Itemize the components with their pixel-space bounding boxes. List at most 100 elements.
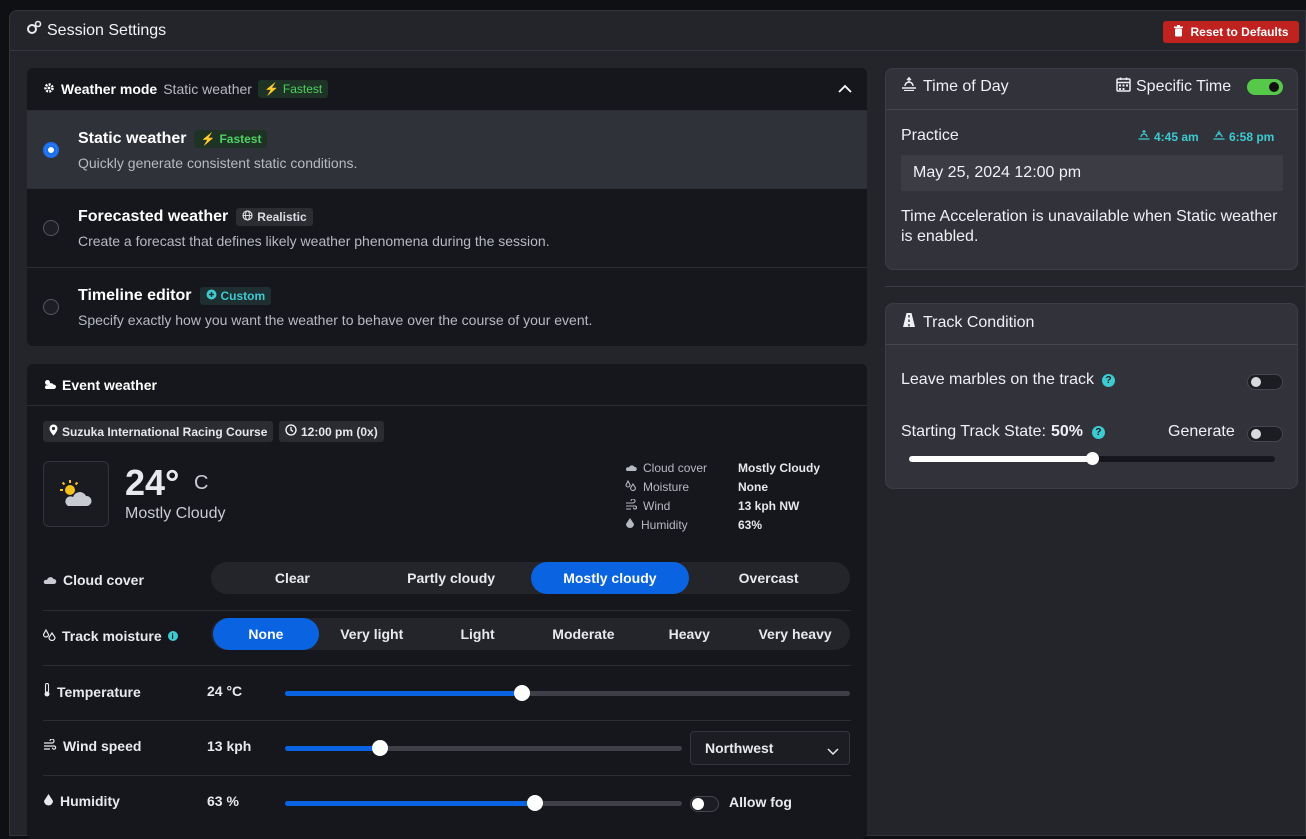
globe-icon — [242, 210, 253, 224]
stat-wind-key: Wind — [625, 497, 738, 513]
temperature-slider[interactable] — [285, 685, 850, 701]
calendar-icon — [1116, 77, 1131, 97]
event-weather-panel: Event weather Suzuka International Racin… — [27, 364, 867, 839]
info-icon[interactable]: i — [167, 631, 178, 641]
fastest-badge: ⚡ Fastest — [257, 80, 329, 98]
moisture-option-light[interactable]: Light — [425, 618, 531, 650]
moisture-option-none[interactable]: None — [213, 618, 319, 650]
specific-time-toggle-knob — [1269, 82, 1279, 92]
moisture-option-moderate[interactable]: Moderate — [530, 618, 636, 650]
time-of-day-header: Time of Day — [901, 77, 1009, 96]
cloud-option-clear[interactable]: Clear — [213, 562, 372, 594]
wind-speed-label: Wind speed — [63, 738, 142, 754]
cloud-option-partly-cloudy[interactable]: Partly cloudy — [372, 562, 531, 594]
wind-speed-slider-handle[interactable] — [372, 740, 389, 756]
humidity-label: Humidity — [60, 793, 120, 809]
stat-cloud-cover: Cloud cover Mostly Cloudy — [625, 458, 820, 477]
marbles-label-group: Leave marbles on the track ? — [901, 371, 1115, 389]
humidity-slider-handle[interactable] — [527, 795, 544, 811]
forecasted-weather-title-row: Forecasted weather Realistic — [78, 208, 313, 226]
stat-humidity-key: Humidity — [625, 517, 738, 532]
track-state-value: 50% — [1050, 423, 1083, 440]
track-moisture-label: Track moisture — [62, 628, 162, 644]
time-chip: 12:00 pm (0x) — [279, 421, 384, 442]
stat-humidity-label: Humidity — [641, 517, 688, 532]
cloud-cover-row: Cloud cover Clear Partly cloudy Mostly c… — [43, 555, 851, 610]
cloud-icon — [625, 461, 637, 475]
generate-toggle[interactable] — [1247, 426, 1283, 442]
humidity-value: 63 % — [207, 793, 239, 809]
clock-icon — [285, 424, 297, 439]
stat-cloud-cover-label: Cloud cover — [643, 460, 708, 475]
forecasted-weather-radio[interactable] — [43, 220, 59, 236]
static-weather-desc: Quickly generate consistent static condi… — [78, 155, 358, 171]
weather-mode-panel: Weather mode Static weather ⚡ Fastest St… — [27, 68, 867, 346]
stat-moisture-key: Moisture — [625, 479, 738, 494]
stat-wind-label: Wind — [643, 498, 671, 513]
sunrise-time-group: 4:45 am — [1138, 129, 1199, 144]
wind-speed-slider[interactable] — [285, 740, 682, 756]
allow-fog-label: Allow fog — [729, 794, 792, 810]
track-chip: Suzuka International Racing Course — [43, 421, 274, 442]
time-acceleration-note: Time Acceleration is unavailable when St… — [901, 208, 1278, 245]
temperature-row: Temperature 24 °C — [43, 665, 851, 720]
droplets-icon — [42, 628, 56, 644]
reset-defaults-button[interactable]: Reset to Defaults — [1163, 21, 1299, 43]
cloud-option-mostly-cloudy[interactable]: Mostly cloudy — [530, 562, 690, 594]
allow-fog-toggle-knob — [692, 798, 704, 810]
track-name: Suzuka International Racing Course — [62, 424, 268, 439]
wind-direction-select[interactable]: Northwest — [690, 731, 850, 765]
timeline-editor-radio[interactable] — [43, 299, 59, 315]
moisture-option-very-light[interactable]: Very light — [319, 618, 425, 650]
droplets-icon — [625, 479, 637, 494]
wind-speed-slider-fill — [285, 746, 381, 751]
gears-icon — [26, 20, 42, 41]
track-state-slider[interactable] — [909, 452, 1275, 465]
option-timeline-editor[interactable]: Timeline editor Custom Specify exactly h… — [27, 267, 867, 346]
marbles-toggle[interactable] — [1247, 374, 1283, 390]
track-state-label: Starting Track State: — [901, 423, 1046, 440]
static-weather-radio[interactable] — [43, 142, 59, 158]
humidity-row: Humidity 63 % Allow fog — [43, 775, 851, 830]
sunrise-time: 4:45 am — [1154, 130, 1199, 144]
moisture-option-very-heavy[interactable]: Very heavy — [742, 618, 848, 650]
time-of-day-panel: Time of Day Specific Time Practice 4:45 … — [885, 68, 1298, 270]
specific-time-toggle[interactable] — [1247, 79, 1283, 95]
allow-fog-toggle[interactable] — [690, 796, 719, 812]
help-icon[interactable]: ? — [1091, 425, 1105, 439]
track-moisture-label-group: Track moisture i — [42, 628, 178, 644]
moisture-option-heavy[interactable]: Heavy — [636, 618, 742, 650]
weather-stats: Cloud cover Mostly Cloudy Moisture None … — [625, 458, 820, 534]
help-icon[interactable]: ? — [1102, 373, 1115, 387]
sun-cloud-icon — [43, 377, 56, 393]
temperature-label-group: Temperature — [43, 682, 141, 700]
option-forecasted-weather[interactable]: Forecasted weather Realistic Create a fo… — [27, 188, 867, 266]
chevron-down-icon — [827, 743, 839, 759]
option-static-weather[interactable]: Static weather ⚡ Fastest Quickly generate… — [27, 110, 867, 188]
track-state-slider-handle[interactable] — [1086, 452, 1099, 465]
track-condition-label: Track Condition — [923, 313, 1035, 331]
divider — [886, 109, 1297, 110]
thermometer-icon — [43, 682, 51, 700]
partly-cloudy-icon — [43, 461, 109, 527]
forecasted-weather-title: Forecasted weather — [78, 208, 229, 225]
divider — [885, 286, 1305, 287]
trash-icon — [1173, 24, 1184, 40]
forecasted-weather-desc: Create a forecast that defines likely we… — [78, 233, 550, 249]
cloud-option-overcast[interactable]: Overcast — [689, 562, 848, 594]
stat-cloud-cover-key: Cloud cover — [625, 461, 738, 475]
page-title-text: Session Settings — [47, 21, 167, 39]
humidity-icon — [43, 793, 54, 809]
weather-mode-header[interactable]: Weather mode Static weather ⚡ Fastest — [27, 68, 867, 110]
collapse-chevron-icon[interactable] — [837, 81, 853, 97]
stat-moisture: Moisture None — [625, 477, 820, 496]
event-weather-label: Event weather — [62, 377, 157, 393]
specific-time-label: Specific Time — [1136, 78, 1232, 95]
temperature-slider-handle[interactable] — [514, 685, 531, 701]
custom-tag-label: Custom — [220, 289, 266, 303]
fastest-badge-label: Fastest — [282, 82, 323, 96]
date-time-field[interactable]: May 25, 2024 12:00 pm — [901, 155, 1283, 191]
humidity-slider[interactable] — [285, 795, 682, 811]
stat-moisture-label: Moisture — [643, 479, 690, 494]
humidity-icon — [625, 517, 635, 532]
